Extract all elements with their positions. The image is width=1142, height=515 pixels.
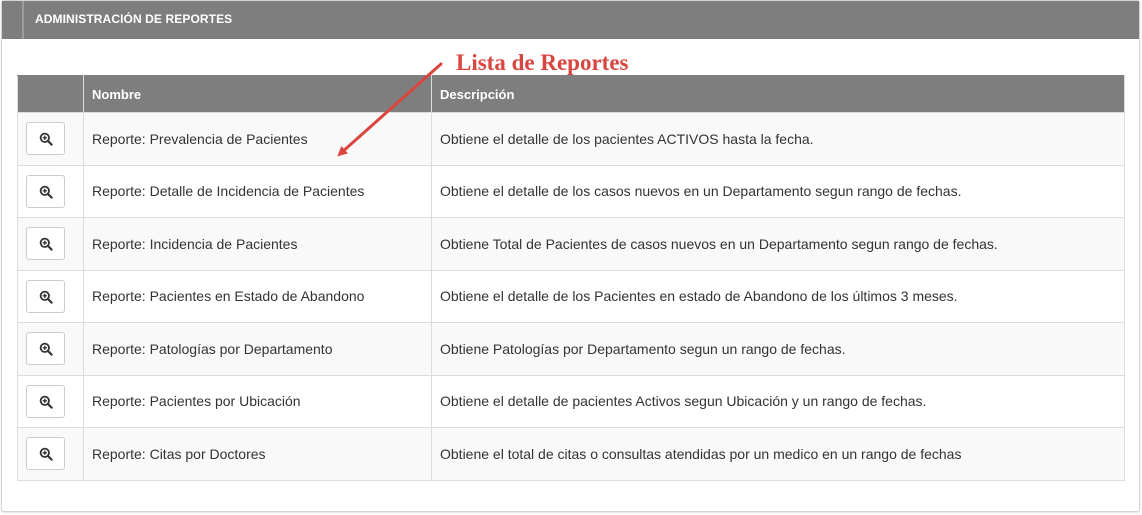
- annotation-arrow: [337, 62, 443, 157]
- annotation-label: Lista de Reportes: [456, 50, 629, 75]
